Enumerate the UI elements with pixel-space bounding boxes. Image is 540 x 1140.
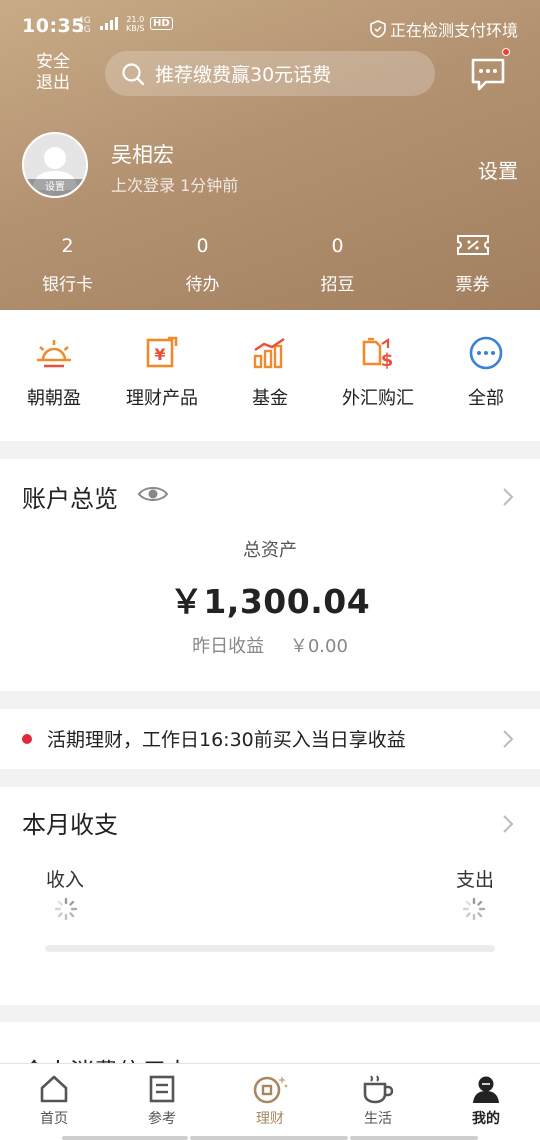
shortcut-forex[interactable]: $ 外汇购汇 xyxy=(324,310,432,441)
last-login-time: 上次登录 1分钟前 xyxy=(111,176,239,195)
stat-label: 招豆 xyxy=(320,275,355,295)
tab-wealth[interactable]: 理财 xyxy=(216,1064,324,1140)
tab-label: 首页 xyxy=(40,1111,68,1127)
stat-points[interactable]: 0 招豆 xyxy=(270,232,405,295)
chevron-right-icon xyxy=(503,815,514,833)
tab-home[interactable]: 首页 xyxy=(0,1064,108,1140)
eye-icon[interactable] xyxy=(137,484,169,504)
unread-dot xyxy=(502,48,510,56)
stat-todo[interactable]: 0 待办 xyxy=(135,232,270,295)
expense-label: 支出 xyxy=(455,869,494,891)
ticket-icon xyxy=(456,232,489,260)
document-icon xyxy=(149,1075,175,1103)
avatar-settings-label: 设置 xyxy=(24,179,86,196)
tab-life[interactable]: 生活 xyxy=(324,1064,432,1140)
account-overview-card[interactable]: 账户总览 总资产 ￥1,300.04 昨日收益 ￥0.00 xyxy=(0,459,540,691)
yesterday-earnings: 昨日收益 ￥0.00 xyxy=(0,632,540,658)
tab-mine[interactable]: 我的 xyxy=(432,1064,540,1140)
hd-badge: HD xyxy=(150,17,173,30)
yesterday-earnings-value: ￥0.00 xyxy=(289,636,348,657)
profile-header: 10:35 4G 2G 21.0 KB/S HD 正在检测支付环境 安全退出 推荐缴… xyxy=(0,0,540,310)
income-expense-bar xyxy=(45,945,495,952)
chevron-right-icon xyxy=(503,730,514,748)
tab-label: 我的 xyxy=(472,1111,500,1127)
stat-label: 银行卡 xyxy=(42,275,93,295)
shortcut-all[interactable]: 全部 xyxy=(432,310,540,441)
more-icon xyxy=(469,336,503,370)
shield-icon xyxy=(370,20,386,38)
avatar[interactable]: 设置 xyxy=(22,132,88,198)
coffee-cup-icon xyxy=(363,1075,394,1104)
stat-label: 票券 xyxy=(455,275,490,295)
home-indicator xyxy=(190,1136,348,1140)
svg-text:¥: ¥ xyxy=(154,345,165,364)
security-status: 正在检测支付环境 xyxy=(370,17,518,41)
loading-spinner-icon xyxy=(462,897,486,921)
search-icon xyxy=(122,62,145,85)
fund-chart-icon xyxy=(253,338,285,369)
chevron-right-icon xyxy=(503,488,514,506)
notice-dot xyxy=(22,734,32,744)
safe-exit-button[interactable]: 安全退出 xyxy=(30,52,76,94)
shortcut-label: 外汇购汇 xyxy=(342,388,414,409)
stat-bank-cards[interactable]: 2 银行卡 xyxy=(0,232,135,295)
loading-spinner-icon xyxy=(54,897,78,921)
signal-icon xyxy=(100,16,118,30)
shortcut-fund[interactable]: 基金 xyxy=(216,310,324,441)
shortcut-wealth-products[interactable]: ¥ 理财产品 xyxy=(108,310,216,441)
home-indicator xyxy=(62,1136,188,1140)
settings-button[interactable]: 设置 xyxy=(478,155,518,184)
account-stats: 2 银行卡 0 待办 0 招豆 票券 xyxy=(0,232,540,295)
user-name: 吴相宏 xyxy=(111,143,174,167)
stat-value: 2 xyxy=(61,235,74,257)
home-indicator xyxy=(350,1136,478,1140)
notice-text: 活期理财，工作日16:30前买入当日享收益 xyxy=(47,729,406,751)
message-icon xyxy=(471,58,505,91)
total-assets-label: 总资产 xyxy=(243,540,297,561)
stat-value: 0 xyxy=(196,235,209,257)
tab-label: 理财 xyxy=(256,1111,284,1127)
message-button[interactable] xyxy=(470,48,510,92)
total-assets-value: ￥1,300.04 xyxy=(169,582,371,621)
overview-title: 账户总览 xyxy=(22,485,118,513)
home-icon xyxy=(40,1075,68,1103)
svg-text:$: $ xyxy=(381,350,394,370)
tab-label: 参考 xyxy=(148,1111,176,1127)
stat-value: 0 xyxy=(331,235,344,257)
shortcut-label: 全部 xyxy=(468,388,504,409)
user-icon xyxy=(473,1076,499,1103)
sunrise-icon xyxy=(37,340,71,368)
network-speed: 21.0 KB/S xyxy=(126,15,145,33)
stat-coupons[interactable]: 票券 xyxy=(405,232,540,295)
security-status-text: 正在检测支付环境 xyxy=(389,21,518,40)
coin-icon xyxy=(253,1076,288,1104)
status-bar: 10:35 4G 2G 21.0 KB/S HD 正在检测支付环境 xyxy=(0,0,540,52)
wealth-product-icon: ¥ xyxy=(146,336,178,368)
income-label: 收入 xyxy=(46,869,85,891)
forex-icon: $ xyxy=(362,337,394,370)
yesterday-earnings-label: 昨日收益 xyxy=(192,636,265,657)
search-input[interactable]: 推荐缴费赢30元话费 xyxy=(105,51,435,96)
shortcut-label: 理财产品 xyxy=(126,388,198,409)
tab-reference[interactable]: 参考 xyxy=(108,1064,216,1140)
promo-notice[interactable]: 活期理财，工作日16:30前买入当日享收益 xyxy=(0,709,540,769)
network-type: 4G 2G xyxy=(78,16,91,35)
monthly-income-expense-card[interactable]: 本月收支 收入 支出 xyxy=(0,787,540,1005)
bottom-tab-bar: 首页 参考 理财 生活 我的 xyxy=(0,1063,540,1140)
shortcut-grid: 朝朝盈 ¥ 理财产品 基金 $ 外汇购汇 全部 xyxy=(0,310,540,441)
monthly-title: 本月收支 xyxy=(22,811,118,839)
shortcut-label: 基金 xyxy=(252,388,288,409)
stat-label: 待办 xyxy=(185,275,220,295)
shortcut-zhaozhaoying[interactable]: 朝朝盈 xyxy=(0,310,108,441)
search-placeholder: 推荐缴费赢30元话费 xyxy=(155,64,332,86)
shortcut-label: 朝朝盈 xyxy=(27,388,81,409)
status-time: 10:35 xyxy=(22,15,85,37)
tab-label: 生活 xyxy=(364,1111,392,1127)
